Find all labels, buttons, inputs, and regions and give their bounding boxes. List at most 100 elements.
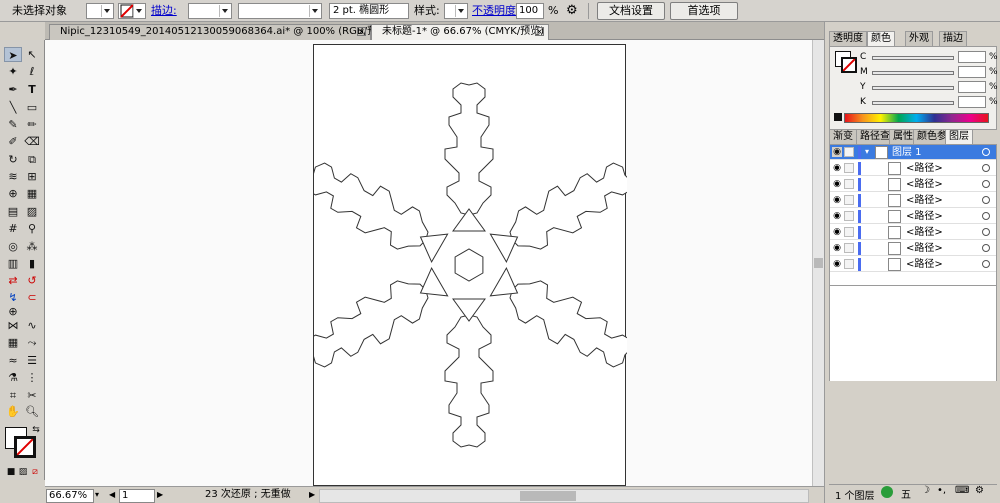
close-icon[interactable]: × (357, 27, 366, 36)
stroke-link[interactable]: 描边: (151, 3, 177, 19)
tab-document-untitled[interactable]: 未标题-1* @ 66.67% (CMYK/预览) × (371, 24, 549, 40)
channel-field[interactable] (958, 66, 986, 78)
eye-icon[interactable]: ◉ (832, 243, 842, 253)
target-icon[interactable] (982, 244, 990, 252)
paintbrush-tool-icon[interactable]: ✎ (4, 117, 22, 132)
snowflake-arm[interactable] (509, 162, 627, 250)
symbol-sprayer-tool-icon[interactable]: ⁂ (23, 239, 41, 254)
close-icon[interactable]: × (535, 27, 544, 36)
chevron-down-icon[interactable]: ▾ (95, 489, 107, 503)
shape-builder-tool-icon[interactable]: ⊕ (4, 186, 22, 201)
layer-name[interactable]: 图层 1 (892, 146, 922, 159)
lock-toggle[interactable] (844, 147, 854, 157)
path-name[interactable]: <路径> (906, 194, 943, 207)
snowflake-artwork[interactable] (314, 45, 627, 487)
recolor-artwork-icon[interactable]: ⚙ (566, 3, 578, 19)
width-tool-icon[interactable]: ⇄ (4, 273, 22, 288)
blend-tool-icon[interactable]: ◎ (4, 239, 22, 254)
tab-gradient[interactable]: 渐变 (829, 129, 857, 144)
lock-toggle[interactable] (844, 227, 854, 237)
sublayer-row[interactable]: ◉ <路径> (830, 177, 996, 192)
list-tool-icon[interactable]: ☰ (23, 353, 41, 368)
slider-track[interactable] (872, 71, 954, 75)
brush-profile-dropdown[interactable]: 2 pt. 椭圆形 (329, 3, 409, 19)
tab-layers[interactable]: 图层 (945, 129, 973, 144)
lock-toggle[interactable] (844, 211, 854, 221)
scroll-thumb[interactable] (814, 258, 823, 268)
sublayer-row[interactable]: ◉ <路径> (830, 241, 996, 256)
sublayer-row[interactable]: ◉ <路径> (830, 193, 996, 208)
target-icon[interactable] (982, 212, 990, 220)
scroll-thumb[interactable] (520, 491, 576, 501)
layer-row[interactable]: ◉ ▾ 图层 1 (830, 145, 996, 160)
slider-track[interactable] (872, 56, 954, 60)
slice-tool-icon[interactable]: ∿ (23, 318, 41, 333)
lasso-tool-icon[interactable]: ℓ (23, 64, 41, 79)
tab-stroke[interactable]: 描边 (939, 31, 967, 46)
snowflake-inner-triangle[interactable] (489, 266, 519, 297)
variable-width-dropdown[interactable] (238, 3, 322, 19)
zoom-tool-icon[interactable]: 🔍︎ (23, 404, 41, 419)
target-icon[interactable] (982, 260, 990, 268)
eye-icon[interactable]: ◉ (832, 259, 842, 269)
curvature-tool-icon[interactable]: ↺ (23, 273, 41, 288)
stroke-weight-field[interactable] (188, 3, 232, 19)
magic-wand-tool-icon[interactable]: ✦ (4, 64, 22, 79)
free-transform-tool-icon[interactable]: ⊞ (23, 169, 41, 184)
channel-field[interactable] (958, 51, 986, 63)
snowflake-arm[interactable] (509, 280, 627, 368)
fill-color-dropdown[interactable] (86, 3, 114, 19)
sublayer-row[interactable]: ◉ <路径> (830, 209, 996, 224)
stroke-color-dropdown[interactable] (118, 3, 146, 19)
snowflake-arm[interactable] (444, 314, 494, 448)
chevron-down-icon[interactable]: ▾ (865, 147, 869, 156)
target-icon[interactable] (982, 164, 990, 172)
eraser-tool-icon[interactable]: ⌫ (23, 134, 41, 149)
pen-tool-icon[interactable]: ✒ (4, 82, 22, 97)
snowflake-arm[interactable] (444, 82, 494, 216)
warp-tool-icon[interactable]: ≋ (4, 169, 22, 184)
style-dropdown[interactable] (444, 3, 468, 19)
snowflake-inner-triangle[interactable] (489, 233, 519, 264)
tab-document-nipic[interactable]: Nipic_12310549_20140512130059068364.ai* … (49, 24, 391, 40)
gradient-tool-icon[interactable]: ▨ (23, 204, 41, 219)
bar-graph-tool-icon[interactable]: ▮ (23, 256, 41, 271)
stroke-swatch[interactable] (14, 436, 36, 458)
sublayer-row[interactable]: ◉ <路径> (830, 225, 996, 240)
lock-toggle[interactable] (844, 163, 854, 173)
live-paint-tool-icon[interactable]: ▦ (23, 186, 41, 201)
tab-transparency[interactable]: 透明度 (829, 31, 867, 46)
eyedropper-sample-icon[interactable]: ⚗ (4, 370, 22, 385)
snowflake-arm[interactable] (314, 162, 429, 250)
path-name[interactable]: <路径> (906, 178, 943, 191)
path-name[interactable]: <路径> (906, 226, 943, 239)
zoom-dropdown[interactable]: 66.67% (46, 489, 94, 503)
eye-icon[interactable]: ◉ (832, 179, 842, 189)
status-menu-icon[interactable]: ▶ (309, 489, 315, 503)
opacity-field[interactable]: 100 (516, 3, 544, 19)
canvas-area[interactable] (45, 40, 824, 486)
swap-fill-stroke-icon[interactable]: ⇆ (27, 423, 45, 438)
tab-color[interactable]: 颜色 (867, 31, 895, 46)
mesh-tool-icon[interactable]: # (4, 221, 22, 236)
channel-field[interactable] (958, 96, 986, 108)
snowflake-inner-triangle[interactable] (419, 266, 449, 297)
document-setup-button[interactable]: 文档设置 (597, 2, 665, 20)
measure-tool-icon[interactable]: ⋮ (23, 370, 41, 385)
black-swatch[interactable] (834, 113, 842, 121)
eyedropper-tool-icon[interactable]: ⚲ (23, 221, 41, 236)
type-tool-icon[interactable]: T (23, 82, 41, 97)
blob-brush-tool-icon[interactable]: ✐ (4, 134, 22, 149)
eye-icon[interactable]: ◉ (832, 163, 842, 173)
rectangle-tool-icon[interactable]: ▭ (23, 100, 41, 115)
hand-tool-icon[interactable]: ✋ (4, 404, 22, 419)
lock-toggle[interactable] (844, 259, 854, 269)
artboard-tool-icon[interactable]: ⋈ (4, 318, 22, 333)
artboard-crop-icon[interactable]: ⌗ (4, 388, 22, 403)
tab-appearance[interactable]: 外观 (905, 31, 933, 46)
column-graph-tool-icon[interactable]: ▥ (4, 256, 22, 271)
knife-tool-icon[interactable]: ⤳ (23, 335, 41, 350)
crosshair-tool-icon[interactable]: ⊕ (4, 304, 22, 319)
direct-selection-tool-icon[interactable]: ↖ (23, 47, 41, 62)
perspective-grid-tool-icon[interactable]: ▤ (4, 204, 22, 219)
